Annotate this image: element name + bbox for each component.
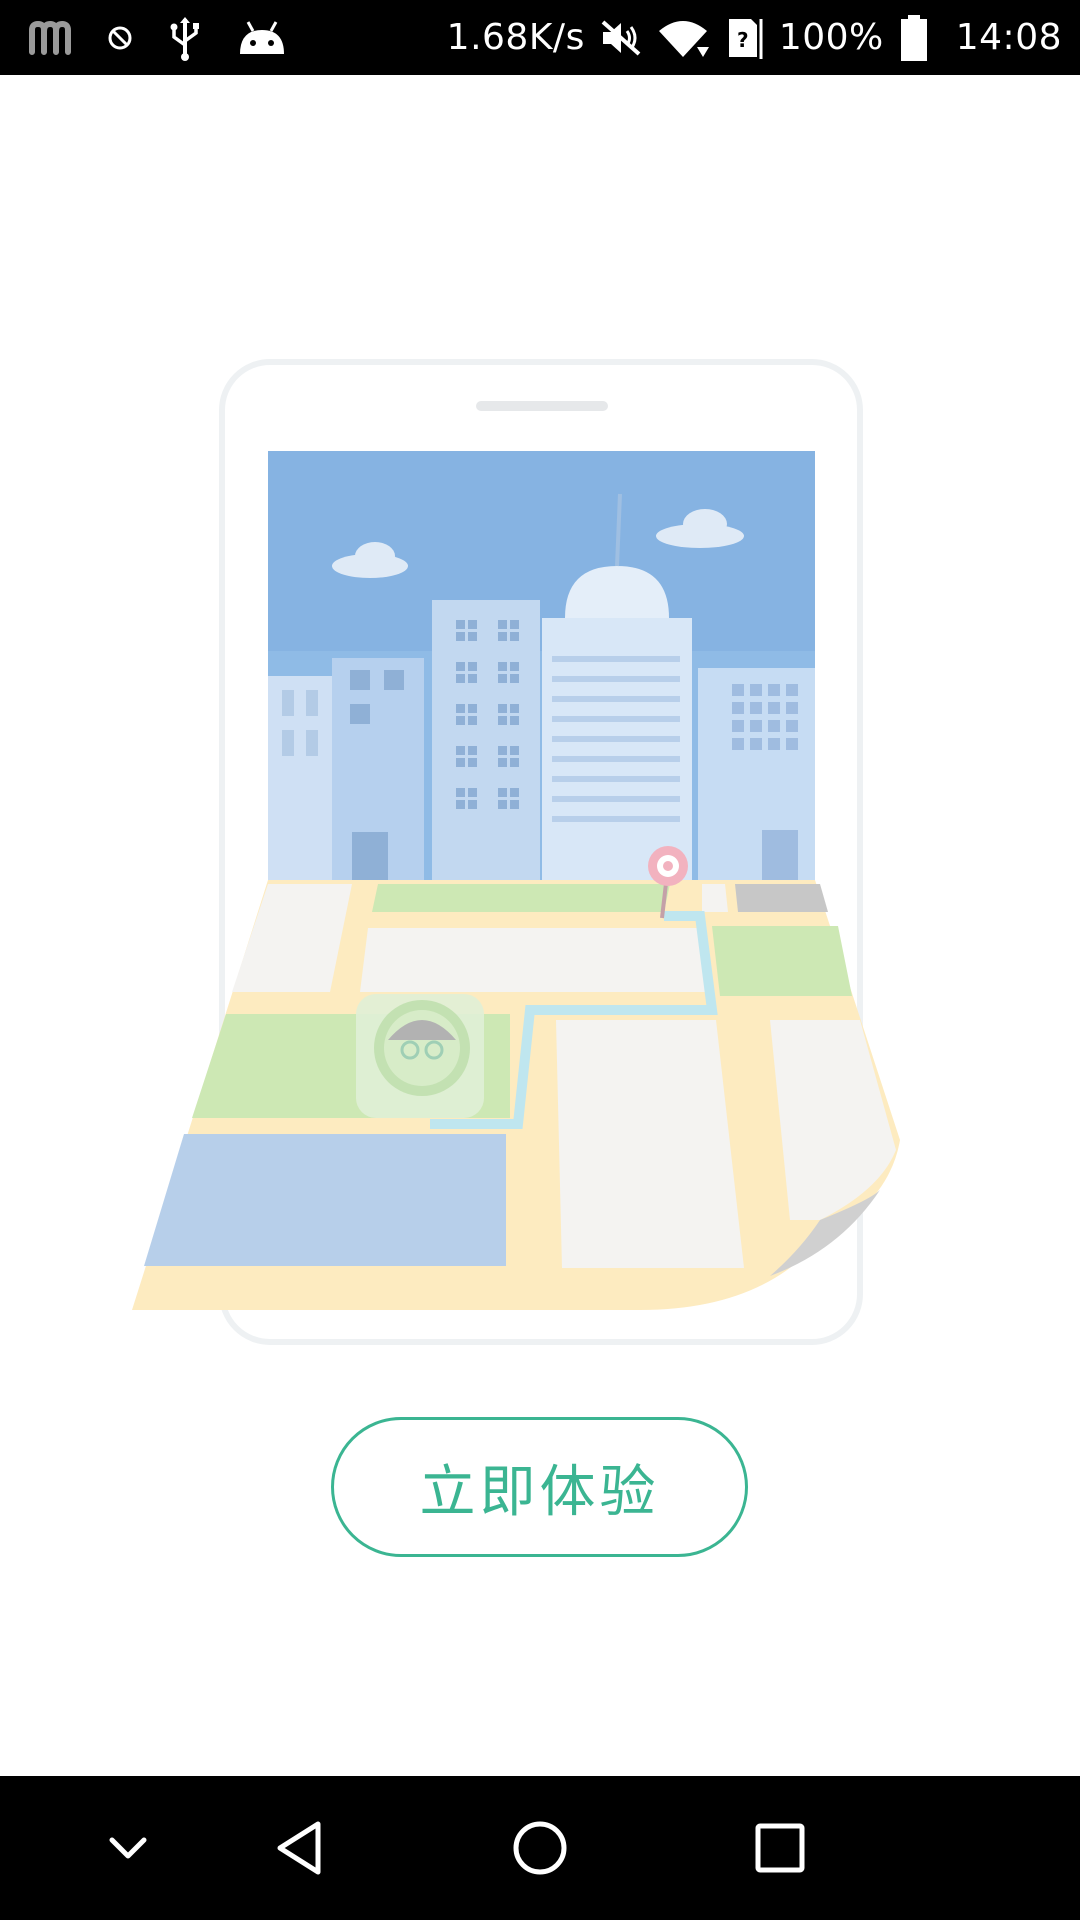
start-experience-label: 立即体验: [419, 1459, 660, 1525]
usb-icon: [168, 15, 202, 61]
illustration-graphic: [132, 359, 900, 1345]
back-button[interactable]: [240, 1776, 360, 1920]
user-avatar-icon: [356, 994, 484, 1118]
status-right-icons: 1.68K/s ? 100% 14:08: [447, 0, 1062, 75]
home-button[interactable]: [480, 1776, 600, 1920]
start-experience-button[interactable]: 立即体验: [331, 1417, 748, 1557]
svg-text:?: ?: [737, 28, 749, 52]
hide-keyboard-button[interactable]: [68, 1776, 188, 1920]
home-icon: [513, 1821, 567, 1875]
recents-button[interactable]: [720, 1776, 840, 1920]
sim-unknown-icon: ?: [723, 15, 765, 61]
blocked-icon: [106, 24, 134, 52]
network-speed: 1.68K/s: [446, 17, 585, 58]
recents-icon: [755, 1823, 805, 1873]
city-skyline: [268, 451, 815, 882]
onboarding-illustration: [0, 75, 1080, 1375]
back-icon: [277, 1821, 321, 1875]
clock: 14:08: [955, 17, 1062, 58]
android-icon: [236, 18, 288, 58]
mute-icon: [599, 18, 643, 58]
wifi-icon: [657, 17, 709, 59]
m-app-icon: [28, 20, 72, 56]
navigation-bar: [0, 1776, 1080, 1920]
status-bar: 1.68K/s ? 100% 14:08: [0, 0, 1080, 75]
hide-keyboard-icon: [109, 1837, 147, 1859]
battery-icon: [898, 13, 930, 63]
battery-percent: 100%: [778, 17, 884, 58]
status-left-icons: [28, 0, 288, 75]
